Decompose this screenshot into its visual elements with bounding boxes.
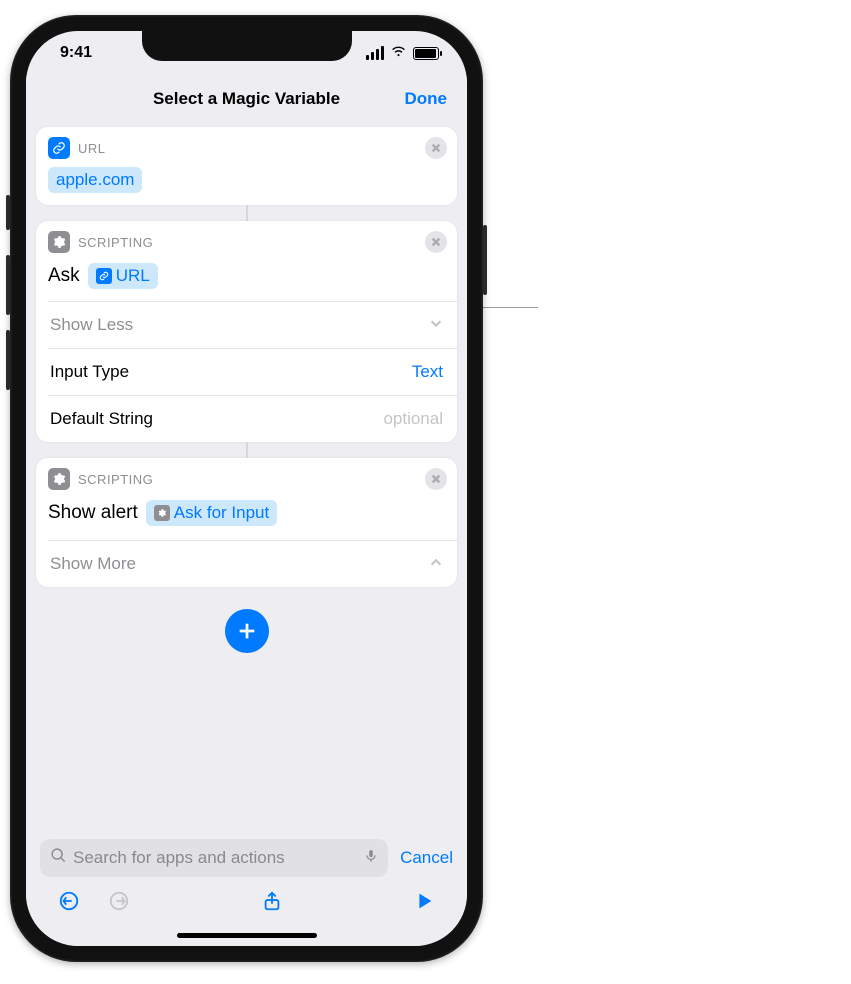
nav-bar: Select a Magic Variable Done	[26, 75, 467, 123]
gear-icon	[48, 231, 70, 253]
play-button[interactable]	[413, 890, 435, 917]
connector-line	[246, 205, 248, 221]
status-time: 9:41	[60, 44, 92, 62]
ask-input-variable-token[interactable]: Ask for Input	[146, 500, 277, 526]
alert-action-card[interactable]: SCRIPTING Show alert Ask for Input	[36, 458, 457, 587]
row-placeholder: optional	[383, 409, 443, 429]
bottom-toolbar	[40, 877, 453, 929]
card-category: SCRIPTING	[78, 235, 153, 250]
url-variable-token[interactable]: URL	[88, 263, 158, 289]
add-action-button[interactable]	[225, 609, 269, 653]
card-category: URL	[78, 141, 106, 156]
show-more-row[interactable]: Show More	[36, 541, 457, 587]
close-icon[interactable]	[425, 137, 447, 159]
row-label: Input Type	[50, 362, 129, 382]
redo-button	[108, 890, 130, 917]
close-icon[interactable]	[425, 468, 447, 490]
ask-action-card[interactable]: SCRIPTING Ask URL Show Le	[36, 221, 457, 442]
search-input[interactable]: Search for apps and actions	[40, 839, 388, 877]
screen: 9:41 Select a Magic Variable Done UR	[26, 31, 467, 946]
microphone-icon[interactable]	[364, 847, 378, 870]
url-action-card[interactable]: URL apple.com	[36, 127, 457, 205]
connector-line	[246, 442, 248, 458]
home-indicator[interactable]	[177, 933, 317, 938]
chevron-up-icon	[429, 554, 443, 574]
search-placeholder: Search for apps and actions	[73, 848, 358, 868]
cancel-button[interactable]: Cancel	[400, 848, 453, 868]
card-category: SCRIPTING	[78, 472, 153, 487]
notch	[142, 31, 352, 61]
undo-button[interactable]	[58, 890, 80, 917]
device-frame: 9:41 Select a Magic Variable Done UR	[10, 15, 483, 962]
action-label: Show alert	[48, 502, 138, 524]
link-icon	[96, 268, 112, 284]
signal-icon	[366, 46, 384, 60]
default-string-row[interactable]: Default String optional	[36, 396, 457, 442]
search-icon	[50, 847, 67, 869]
content-area: URL apple.com SCRIPTING	[26, 123, 467, 829]
chevron-down-icon	[429, 315, 443, 335]
wifi-icon	[390, 42, 407, 64]
row-label: Default String	[50, 409, 153, 429]
close-icon[interactable]	[425, 231, 447, 253]
battery-icon	[413, 47, 439, 60]
done-button[interactable]: Done	[405, 89, 448, 109]
gear-icon	[48, 468, 70, 490]
nav-title: Select a Magic Variable	[153, 89, 340, 109]
link-icon	[48, 137, 70, 159]
share-button[interactable]	[261, 890, 283, 917]
gear-icon	[154, 505, 170, 521]
action-label: Ask	[48, 265, 80, 287]
row-value: Text	[412, 362, 443, 382]
input-type-row[interactable]: Input Type Text	[36, 349, 457, 395]
url-token[interactable]: apple.com	[48, 167, 142, 193]
show-less-row[interactable]: Show Less	[36, 302, 457, 348]
